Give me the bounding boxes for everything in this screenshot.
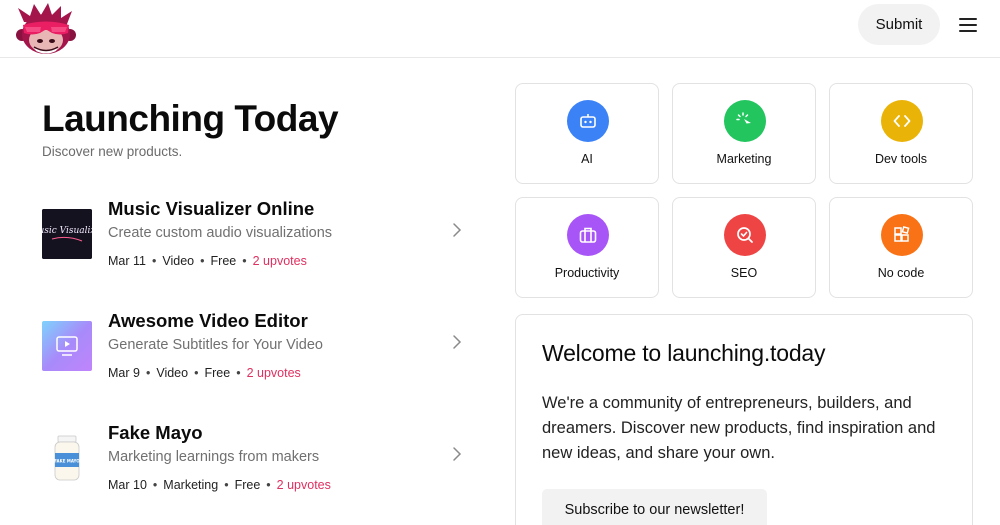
separator-dot: •	[242, 254, 247, 268]
welcome-card: Welcome to launching.today We're a commu…	[515, 314, 973, 525]
chevron-right-icon[interactable]	[450, 222, 464, 238]
upvote-count[interactable]: 2 upvotes	[253, 254, 307, 268]
product-category[interactable]: Marketing	[163, 478, 218, 492]
product-category[interactable]: Video	[156, 366, 188, 380]
product-meta: Mar 10 • Marketing • Free • 2 upvotes	[108, 478, 331, 492]
product-date: Mar 9	[108, 366, 140, 380]
gorilla-logo-icon[interactable]	[14, 2, 78, 56]
category-label: Marketing	[716, 152, 772, 166]
separator-dot: •	[224, 478, 229, 492]
upvote-count[interactable]: 2 upvotes	[277, 478, 331, 492]
product-date: Mar 10	[108, 478, 147, 492]
separator-dot: •	[266, 478, 271, 492]
category-tile-marketing[interactable]: Marketing	[672, 83, 816, 184]
product-item-fake-mayo[interactable]: FAKE MAYO Fake Mayo Marketing learnings …	[30, 422, 470, 512]
product-name[interactable]: Fake Mayo	[108, 422, 203, 444]
hamburger-menu-icon[interactable]	[954, 12, 982, 38]
product-meta: Mar 11 • Video • Free • 2 upvotes	[108, 254, 307, 268]
search-check-icon	[724, 214, 766, 256]
product-name[interactable]: Awesome Video Editor	[108, 310, 308, 332]
category-tile-ai[interactable]: AI	[515, 83, 659, 184]
separator-dot: •	[200, 254, 205, 268]
chevron-right-icon[interactable]	[450, 334, 464, 350]
separator-dot: •	[152, 478, 158, 492]
welcome-body: We're a community of entrepreneurs, buil…	[542, 394, 936, 462]
category-tile-productivity[interactable]: Productivity	[515, 197, 659, 298]
product-thumbnail: Music Visualizer	[42, 209, 92, 259]
site-header: Submit	[0, 0, 1000, 58]
welcome-title: Welcome to launching.today	[542, 340, 826, 366]
product-category[interactable]: Video	[162, 254, 194, 268]
product-tagline: Create custom audio visualizations	[108, 225, 333, 241]
category-tile-no-code[interactable]: No code	[829, 197, 973, 298]
product-meta: Mar 9 • Video • Free • 2 upvotes	[108, 366, 301, 380]
upvote-count[interactable]: 2 upvotes	[247, 366, 301, 380]
page-subtitle: Discover new products.	[42, 144, 183, 159]
product-pricing: Free	[210, 254, 237, 268]
cursor-click-icon	[724, 100, 766, 142]
briefcase-icon	[567, 214, 609, 256]
thumbnail-text: Music Visualizer	[42, 226, 92, 236]
product-name[interactable]: Music Visualizer Online	[108, 198, 314, 220]
product-pricing: Free	[204, 366, 231, 380]
chevron-right-icon[interactable]	[450, 446, 464, 462]
product-date: Mar 11	[108, 254, 146, 268]
separator-dot: •	[236, 366, 241, 380]
product-pricing: Free	[234, 478, 261, 492]
separator-dot: •	[194, 366, 199, 380]
category-label: Dev tools	[874, 152, 928, 166]
separator-dot: •	[151, 254, 157, 268]
code-icon	[881, 100, 923, 142]
blocks-icon	[881, 214, 923, 256]
product-tagline: Generate Subtitles for Your Video	[108, 337, 323, 353]
category-label: Productivity	[554, 266, 620, 280]
category-label: No code	[877, 266, 925, 280]
thumbnail-text: FAKE MAYO	[54, 459, 80, 464]
product-thumbnail: FAKE MAYO	[42, 433, 92, 483]
product-item-awesome-video-editor[interactable]: Awesome Video Editor Generate Subtitles …	[30, 310, 470, 400]
page-title: Launching Today	[42, 98, 339, 139]
category-tile-dev-tools[interactable]: Dev tools	[829, 83, 973, 184]
product-thumbnail	[42, 321, 92, 371]
newsletter-subscribe-button[interactable]: Subscribe to our newsletter!	[542, 489, 767, 525]
category-tile-seo[interactable]: SEO	[672, 197, 816, 298]
category-label: SEO	[730, 266, 758, 280]
category-label: AI	[581, 152, 593, 166]
product-tagline: Marketing learnings from makers	[108, 449, 320, 465]
product-item-music-visualizer[interactable]: Music Visualizer Music Visualizer Online…	[30, 198, 470, 288]
separator-dot: •	[145, 366, 151, 380]
robot-icon	[567, 100, 609, 142]
submit-button[interactable]: Submit	[858, 4, 940, 45]
